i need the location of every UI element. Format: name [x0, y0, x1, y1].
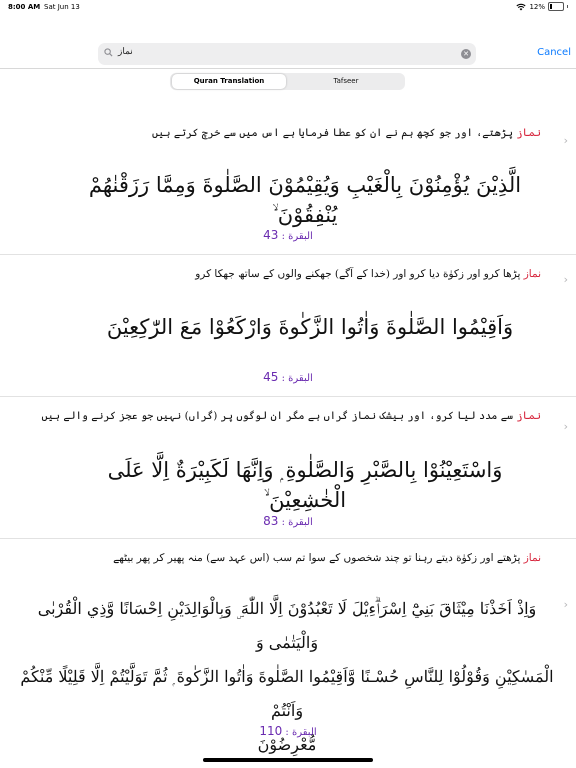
ayah-reference[interactable]: البقرة : 45 — [0, 370, 576, 384]
ayah-reference[interactable]: البقرة : 83 — [0, 514, 576, 528]
surah-name: البقرة — [291, 727, 317, 738]
clear-icon[interactable]: ✕ — [461, 49, 471, 59]
translation-rest: سے مدد لیا کرو، اور بیشک نماز گراں ہے مگ… — [41, 410, 517, 422]
translation-rest: پڑھتے اور زکوٰة دیتے رہنا تو چند شخصوں ک… — [113, 552, 524, 564]
ayah-number: 45 — [263, 370, 279, 384]
translation-text: نماز سے مدد لیا کرو، اور بیشک نماز گراں … — [42, 410, 541, 422]
surah-name: البقرة — [288, 517, 313, 528]
search-row: نماز ✕ Cancel — [0, 42, 576, 66]
arabic-verse: وَاَقِيْمُوا الصَّلٰوةَ وَاٰتُوا الزَّكٰ… — [106, 315, 514, 339]
keyword-highlight: نماز — [516, 127, 541, 139]
ayah-number: 110 — [259, 724, 283, 738]
header-divider — [0, 68, 576, 69]
home-indicator — [203, 758, 373, 762]
surah-name: البقرة — [288, 231, 313, 242]
tab-quran-translation[interactable]: Quran Translation — [172, 74, 286, 89]
search-input[interactable]: نماز ✕ — [98, 43, 476, 65]
status-right: 12% — [516, 2, 568, 11]
battery-tip — [567, 5, 568, 8]
keyword-highlight: نماز — [523, 268, 541, 280]
translation-rest: پڑھا کرو اور زکوٰة دیا کرو اور (خدا کے آ… — [195, 268, 524, 280]
battery-percent: 12% — [529, 2, 545, 11]
arabic-verse: الَّذِيْنَ يُؤْمِنُوْنَ بِالْغَيْبِ وَيُ… — [88, 173, 522, 227]
result-divider — [0, 538, 576, 539]
result-divider — [0, 396, 576, 397]
arabic-verse: وَاسْتَعِيْنُوْا بِالصَّبْرِ وَالصَّلٰوة… — [107, 458, 503, 512]
arabic-line: الْمَسٰكِيْنِ وَقُوْلُوْا لِلنَّاسِ حُسْ… — [20, 667, 554, 720]
result-divider — [0, 254, 576, 255]
chevron-right-icon[interactable]: › — [564, 420, 568, 433]
status-date: Sat Jun 13 — [44, 3, 80, 11]
translation-text: نماز پڑھا کرو اور زکوٰة دیا کرو اور (خدا… — [195, 268, 541, 280]
arabic-line: وَاِذْ اَخَذْنَا مِيْثَاقَ بَنِيْٓ اِسْر… — [37, 599, 537, 652]
search-query[interactable]: نماز — [118, 47, 133, 57]
ayah-number: 83 — [263, 514, 279, 528]
status-bar: 8:00 AM Sat Jun 13 12% — [0, 0, 576, 14]
surah-name: البقرة — [288, 373, 313, 384]
translation-rest: پڑھتے، اور جو کچھ ہم نے ان کو عطا فرمایا… — [152, 127, 517, 139]
ayah-reference[interactable]: البقرة : 110 — [0, 724, 576, 738]
translation-text: نماز پڑھتے اور زکوٰة دیتے رہنا تو چند شخ… — [113, 552, 541, 564]
tab-tafseer[interactable]: Tafseer — [289, 74, 403, 89]
segmented-control: Quran Translation Tafseer — [170, 73, 405, 90]
battery-icon — [548, 2, 564, 11]
keyword-highlight: نماز — [516, 410, 541, 422]
wifi-icon — [516, 3, 527, 10]
ayah-reference[interactable]: البقرة : 43 — [0, 228, 576, 242]
chevron-right-icon[interactable]: › — [564, 134, 568, 147]
keyword-highlight: نماز — [523, 552, 541, 564]
search-icon — [104, 48, 113, 57]
translation-text: نماز پڑھتے، اور جو کچھ ہم نے ان کو عطا ف… — [152, 127, 541, 139]
status-time: 8:00 AM — [8, 3, 41, 11]
chevron-right-icon[interactable]: › — [564, 598, 568, 611]
ayah-number: 43 — [263, 228, 279, 242]
chevron-right-icon[interactable]: › — [564, 273, 568, 286]
cancel-button[interactable]: Cancel — [537, 47, 571, 58]
